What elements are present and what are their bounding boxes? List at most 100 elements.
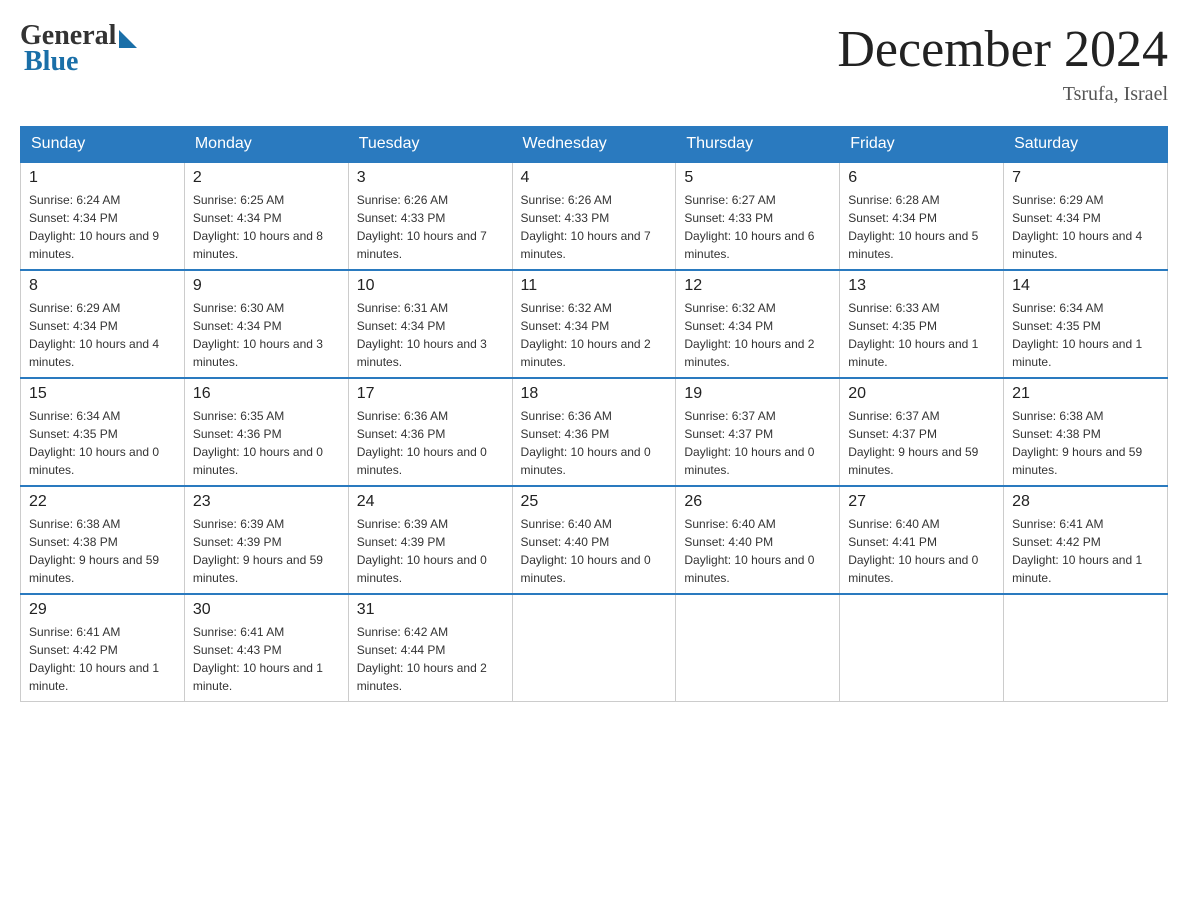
table-row: 29 Sunrise: 6:41 AM Sunset: 4:42 PM Dayl…: [21, 594, 185, 702]
day-info: Sunrise: 6:34 AM Sunset: 4:35 PM Dayligh…: [29, 407, 176, 479]
day-info: Sunrise: 6:37 AM Sunset: 4:37 PM Dayligh…: [684, 407, 831, 479]
calendar-week-row: 29 Sunrise: 6:41 AM Sunset: 4:42 PM Dayl…: [21, 594, 1168, 702]
day-number: 13: [848, 277, 995, 295]
title-area: December 2024 Tsrufa, Israel: [837, 20, 1168, 106]
table-row: 25 Sunrise: 6:40 AM Sunset: 4:40 PM Dayl…: [512, 486, 676, 594]
day-number: 21: [1012, 385, 1159, 403]
day-info: Sunrise: 6:41 AM Sunset: 4:42 PM Dayligh…: [29, 623, 176, 695]
table-row: 8 Sunrise: 6:29 AM Sunset: 4:34 PM Dayli…: [21, 270, 185, 378]
day-number: 15: [29, 385, 176, 403]
table-row: [676, 594, 840, 702]
table-row: 31 Sunrise: 6:42 AM Sunset: 4:44 PM Dayl…: [348, 594, 512, 702]
day-info: Sunrise: 6:32 AM Sunset: 4:34 PM Dayligh…: [684, 299, 831, 371]
day-number: 16: [193, 385, 340, 403]
day-info: Sunrise: 6:25 AM Sunset: 4:34 PM Dayligh…: [193, 191, 340, 263]
table-row: [840, 594, 1004, 702]
day-number: 7: [1012, 169, 1159, 187]
col-saturday: Saturday: [1004, 127, 1168, 163]
table-row: 6 Sunrise: 6:28 AM Sunset: 4:34 PM Dayli…: [840, 162, 1004, 270]
day-info: Sunrise: 6:33 AM Sunset: 4:35 PM Dayligh…: [848, 299, 995, 371]
day-number: 30: [193, 601, 340, 619]
day-number: 4: [521, 169, 668, 187]
table-row: 11 Sunrise: 6:32 AM Sunset: 4:34 PM Dayl…: [512, 270, 676, 378]
day-number: 14: [1012, 277, 1159, 295]
day-info: Sunrise: 6:40 AM Sunset: 4:40 PM Dayligh…: [521, 515, 668, 587]
table-row: 24 Sunrise: 6:39 AM Sunset: 4:39 PM Dayl…: [348, 486, 512, 594]
table-row: 30 Sunrise: 6:41 AM Sunset: 4:43 PM Dayl…: [184, 594, 348, 702]
calendar-header-row: Sunday Monday Tuesday Wednesday Thursday…: [21, 127, 1168, 163]
table-row: 13 Sunrise: 6:33 AM Sunset: 4:35 PM Dayl…: [840, 270, 1004, 378]
table-row: 12 Sunrise: 6:32 AM Sunset: 4:34 PM Dayl…: [676, 270, 840, 378]
day-number: 12: [684, 277, 831, 295]
table-row: 14 Sunrise: 6:34 AM Sunset: 4:35 PM Dayl…: [1004, 270, 1168, 378]
table-row: 3 Sunrise: 6:26 AM Sunset: 4:33 PM Dayli…: [348, 162, 512, 270]
day-number: 19: [684, 385, 831, 403]
day-info: Sunrise: 6:40 AM Sunset: 4:41 PM Dayligh…: [848, 515, 995, 587]
day-number: 8: [29, 277, 176, 295]
table-row: 19 Sunrise: 6:37 AM Sunset: 4:37 PM Dayl…: [676, 378, 840, 486]
day-number: 6: [848, 169, 995, 187]
day-number: 23: [193, 493, 340, 511]
calendar-week-row: 15 Sunrise: 6:34 AM Sunset: 4:35 PM Dayl…: [21, 378, 1168, 486]
day-info: Sunrise: 6:38 AM Sunset: 4:38 PM Dayligh…: [1012, 407, 1159, 479]
logo-triangle-icon: [119, 30, 137, 48]
day-number: 9: [193, 277, 340, 295]
day-number: 2: [193, 169, 340, 187]
col-wednesday: Wednesday: [512, 127, 676, 163]
day-number: 24: [357, 493, 504, 511]
table-row: 26 Sunrise: 6:40 AM Sunset: 4:40 PM Dayl…: [676, 486, 840, 594]
page-header: General Blue December 2024 Tsrufa, Israe…: [20, 20, 1168, 106]
calendar-week-row: 1 Sunrise: 6:24 AM Sunset: 4:34 PM Dayli…: [21, 162, 1168, 270]
table-row: 2 Sunrise: 6:25 AM Sunset: 4:34 PM Dayli…: [184, 162, 348, 270]
day-info: Sunrise: 6:29 AM Sunset: 4:34 PM Dayligh…: [29, 299, 176, 371]
day-info: Sunrise: 6:41 AM Sunset: 4:43 PM Dayligh…: [193, 623, 340, 695]
day-info: Sunrise: 6:39 AM Sunset: 4:39 PM Dayligh…: [193, 515, 340, 587]
day-info: Sunrise: 6:36 AM Sunset: 4:36 PM Dayligh…: [357, 407, 504, 479]
day-info: Sunrise: 6:27 AM Sunset: 4:33 PM Dayligh…: [684, 191, 831, 263]
day-number: 29: [29, 601, 176, 619]
day-number: 28: [1012, 493, 1159, 511]
day-info: Sunrise: 6:36 AM Sunset: 4:36 PM Dayligh…: [521, 407, 668, 479]
table-row: 5 Sunrise: 6:27 AM Sunset: 4:33 PM Dayli…: [676, 162, 840, 270]
table-row: 22 Sunrise: 6:38 AM Sunset: 4:38 PM Dayl…: [21, 486, 185, 594]
table-row: 27 Sunrise: 6:40 AM Sunset: 4:41 PM Dayl…: [840, 486, 1004, 594]
day-info: Sunrise: 6:31 AM Sunset: 4:34 PM Dayligh…: [357, 299, 504, 371]
day-number: 18: [521, 385, 668, 403]
day-info: Sunrise: 6:42 AM Sunset: 4:44 PM Dayligh…: [357, 623, 504, 695]
table-row: 16 Sunrise: 6:35 AM Sunset: 4:36 PM Dayl…: [184, 378, 348, 486]
day-info: Sunrise: 6:24 AM Sunset: 4:34 PM Dayligh…: [29, 191, 176, 263]
logo-blue-text: Blue: [20, 46, 78, 78]
month-title: December 2024: [837, 20, 1168, 79]
day-info: Sunrise: 6:26 AM Sunset: 4:33 PM Dayligh…: [521, 191, 668, 263]
day-info: Sunrise: 6:30 AM Sunset: 4:34 PM Dayligh…: [193, 299, 340, 371]
day-info: Sunrise: 6:35 AM Sunset: 4:36 PM Dayligh…: [193, 407, 340, 479]
table-row: [512, 594, 676, 702]
day-number: 10: [357, 277, 504, 295]
table-row: 17 Sunrise: 6:36 AM Sunset: 4:36 PM Dayl…: [348, 378, 512, 486]
day-info: Sunrise: 6:34 AM Sunset: 4:35 PM Dayligh…: [1012, 299, 1159, 371]
table-row: 1 Sunrise: 6:24 AM Sunset: 4:34 PM Dayli…: [21, 162, 185, 270]
day-number: 5: [684, 169, 831, 187]
col-friday: Friday: [840, 127, 1004, 163]
day-info: Sunrise: 6:32 AM Sunset: 4:34 PM Dayligh…: [521, 299, 668, 371]
day-info: Sunrise: 6:38 AM Sunset: 4:38 PM Dayligh…: [29, 515, 176, 587]
col-sunday: Sunday: [21, 127, 185, 163]
day-number: 1: [29, 169, 176, 187]
table-row: 21 Sunrise: 6:38 AM Sunset: 4:38 PM Dayl…: [1004, 378, 1168, 486]
day-number: 22: [29, 493, 176, 511]
table-row: 10 Sunrise: 6:31 AM Sunset: 4:34 PM Dayl…: [348, 270, 512, 378]
location: Tsrufa, Israel: [837, 83, 1168, 106]
logo: General Blue: [20, 20, 137, 78]
day-number: 25: [521, 493, 668, 511]
calendar-table: Sunday Monday Tuesday Wednesday Thursday…: [20, 126, 1168, 702]
table-row: 9 Sunrise: 6:30 AM Sunset: 4:34 PM Dayli…: [184, 270, 348, 378]
day-number: 26: [684, 493, 831, 511]
table-row: [1004, 594, 1168, 702]
day-info: Sunrise: 6:40 AM Sunset: 4:40 PM Dayligh…: [684, 515, 831, 587]
day-number: 3: [357, 169, 504, 187]
day-info: Sunrise: 6:37 AM Sunset: 4:37 PM Dayligh…: [848, 407, 995, 479]
table-row: 7 Sunrise: 6:29 AM Sunset: 4:34 PM Dayli…: [1004, 162, 1168, 270]
table-row: 28 Sunrise: 6:41 AM Sunset: 4:42 PM Dayl…: [1004, 486, 1168, 594]
col-monday: Monday: [184, 127, 348, 163]
day-info: Sunrise: 6:39 AM Sunset: 4:39 PM Dayligh…: [357, 515, 504, 587]
